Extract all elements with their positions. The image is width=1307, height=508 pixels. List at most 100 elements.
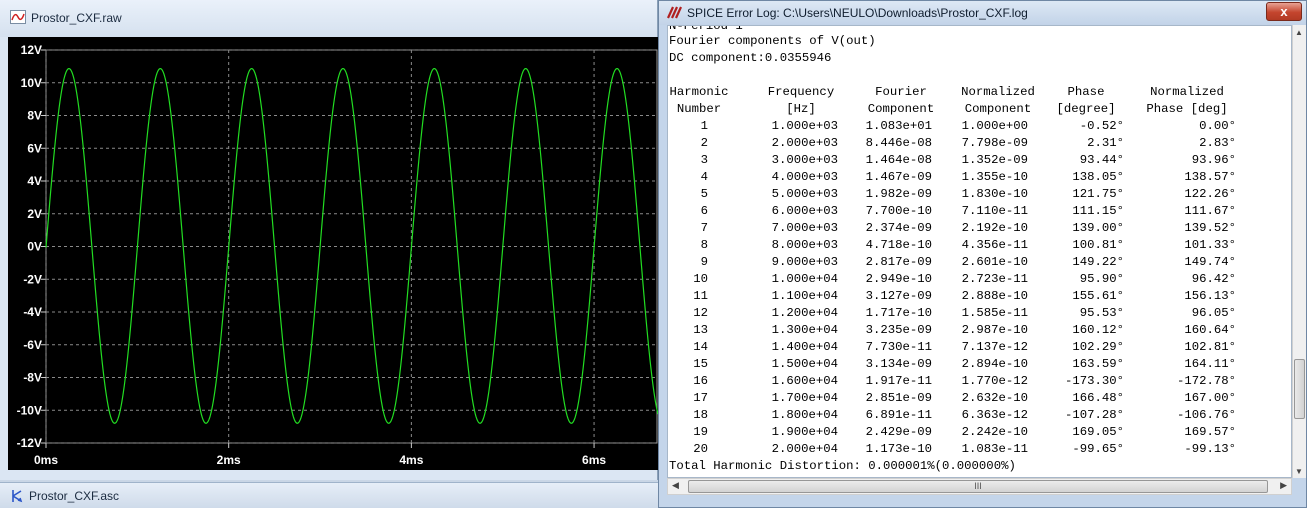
y-tick-label: 4V xyxy=(27,174,42,188)
table-cell: 14 xyxy=(693,340,708,354)
table-cell: 9 xyxy=(700,255,708,269)
table-cell: 138.05° xyxy=(1072,170,1124,184)
thd-line: Total Harmonic Distortion: 0.000001%(0.0… xyxy=(669,459,1016,473)
log-titlebar[interactable]: SPICE Error Log: C:\Users\NEULO\Download… xyxy=(659,1,1306,25)
schematic-icon xyxy=(12,490,23,503)
table-cell: 160.64° xyxy=(1184,323,1236,337)
table-cell: 96.05° xyxy=(1191,306,1236,320)
scroll-down-arrow-icon[interactable]: ▼ xyxy=(1295,467,1303,476)
table-cell: 139.00° xyxy=(1072,221,1124,235)
waveform-titlebar[interactable]: Prostor_CXF.raw xyxy=(0,0,657,37)
table-cell: 167.00° xyxy=(1184,391,1236,405)
table-cell: 156.13° xyxy=(1184,289,1236,303)
table-cell: 95.90° xyxy=(1079,272,1124,286)
table-cell: 17 xyxy=(693,391,708,405)
table-cell: 155.61° xyxy=(1072,289,1124,303)
table-cell: -99.65° xyxy=(1072,442,1124,456)
vertical-scroll-thumb[interactable] xyxy=(1294,359,1305,419)
table-cell: 7 xyxy=(700,221,708,235)
horizontal-scrollbar[interactable]: ◀ III ▶ xyxy=(667,478,1292,495)
waveform-window-title: Prostor_CXF.raw xyxy=(31,11,122,25)
schematic-window-bar[interactable]: Prostor_CXF.asc xyxy=(0,482,658,508)
table-cell: 121.75° xyxy=(1072,187,1124,201)
column-header: Phase [deg] xyxy=(1146,102,1228,116)
horizontal-scroll-thumb[interactable]: III xyxy=(688,480,1268,493)
table-cell: 8 xyxy=(700,238,708,252)
y-tick-label: 12V xyxy=(21,43,42,57)
y-tick-label: -4V xyxy=(23,305,42,319)
table-cell: 101.33° xyxy=(1184,238,1236,252)
scroll-left-arrow-icon[interactable]: ◀ xyxy=(672,480,679,491)
table-cell: 169.57° xyxy=(1184,425,1236,439)
table-cell: 149.74° xyxy=(1184,255,1236,269)
table-cell: 13 xyxy=(693,323,708,337)
table-cell: 169.05° xyxy=(1072,425,1124,439)
table-cell: 160.12° xyxy=(1072,323,1124,337)
table-cell: 0.00° xyxy=(1199,119,1236,133)
schematic-window-title: Prostor_CXF.asc xyxy=(29,489,120,503)
y-tick-label: -10V xyxy=(17,403,42,417)
table-cell: 3 xyxy=(700,153,708,167)
y-tick-label: 2V xyxy=(27,207,42,221)
table-cell: 111.15° xyxy=(1072,204,1124,218)
fourier-heading: Fourier components of V(out) xyxy=(669,34,876,48)
table-cell: 122.26° xyxy=(1184,187,1236,201)
y-tick-label: 0V xyxy=(27,240,42,254)
table-cell: -99.13° xyxy=(1184,442,1236,456)
x-tick-label: 2ms xyxy=(217,453,241,467)
table-cell: 19 xyxy=(693,425,708,439)
table-cell: -173.30° xyxy=(1064,374,1124,388)
table-cell: 18 xyxy=(693,408,708,422)
log-text-area[interactable]: N-Period 1 Fourier components of V(out) … xyxy=(667,25,1292,478)
table-cell: -172.78° xyxy=(1176,374,1236,388)
table-cell: 1 xyxy=(700,119,708,133)
table-cell: 4 xyxy=(700,170,708,184)
table-cell: 93.96° xyxy=(1191,153,1236,167)
scroll-right-arrow-icon[interactable]: ▶ xyxy=(1280,480,1287,491)
table-cell: 6 xyxy=(700,204,708,218)
x-tick-label: 4ms xyxy=(399,453,423,467)
waveform-window: Prostor_CXF.raw 12V 10V 8V 6V 4V 2V 0V -2V -4V -6… xyxy=(0,0,658,480)
table-cell: 2 xyxy=(700,136,708,150)
y-tick-label: -8V xyxy=(23,371,42,385)
y-tick-label: 6V xyxy=(27,141,42,155)
log-window-title: SPICE Error Log: C:\Users\NEULO\Download… xyxy=(687,6,1028,20)
table-cell: 96.42° xyxy=(1191,272,1236,286)
table-cell: 15 xyxy=(693,357,708,371)
table-cell: -107.28° xyxy=(1064,408,1124,422)
table-cell: 12 xyxy=(693,306,708,320)
y-tick-label: -6V xyxy=(23,338,42,352)
table-cell: 102.81° xyxy=(1184,340,1236,354)
table-cell: 149.22° xyxy=(1072,255,1124,269)
table-cell: 10 xyxy=(693,272,708,286)
y-tick-label: -12V xyxy=(17,436,42,450)
table-cell: 100.81° xyxy=(1072,238,1124,252)
waveform-plot-pane[interactable]: 12V 10V 8V 6V 4V 2V 0V -2V -4V -6V -8V -10V -12V 0ms 2… xyxy=(8,37,658,470)
table-cell: 166.48° xyxy=(1072,391,1124,405)
close-button[interactable]: x xyxy=(1266,2,1302,21)
table-cell: 2.83° xyxy=(1199,136,1236,150)
waveform-plot-icon xyxy=(10,10,26,24)
ltspice-logo-icon xyxy=(666,6,683,19)
table-cell: -0.52° xyxy=(1079,119,1124,133)
table-cell: 5 xyxy=(700,187,708,201)
table-cell: 93.44° xyxy=(1079,153,1124,167)
table-cell: -106.76° xyxy=(1176,408,1236,422)
table-cell: 2.31° xyxy=(1087,136,1124,150)
table-cell: 11 xyxy=(693,289,708,303)
scroll-up-arrow-icon[interactable]: ▲ xyxy=(1295,28,1303,37)
table-cell: 16 xyxy=(693,374,708,388)
vertical-scrollbar[interactable]: ▲ ▼ xyxy=(1292,25,1306,478)
y-tick-label: -2V xyxy=(23,272,42,286)
spice-error-log-window: SPICE Error Log: C:\Users\NEULO\Download… xyxy=(658,0,1307,508)
waveform-chart: 12V 10V 8V 6V 4V 2V 0V -2V -4V -6V -8V -10V -12V 0ms 2… xyxy=(17,43,658,467)
table-cell: 139.52° xyxy=(1184,221,1236,235)
y-tick-label: 10V xyxy=(21,76,42,90)
table-cell: 95.53° xyxy=(1079,306,1124,320)
x-tick-label: 6ms xyxy=(582,453,606,467)
table-cell: 111.67° xyxy=(1184,204,1236,218)
table-cell: 164.11° xyxy=(1184,357,1236,371)
table-cell: 102.29° xyxy=(1072,340,1124,354)
table-cell: 20 xyxy=(693,442,708,456)
voltage-trace xyxy=(45,67,658,424)
